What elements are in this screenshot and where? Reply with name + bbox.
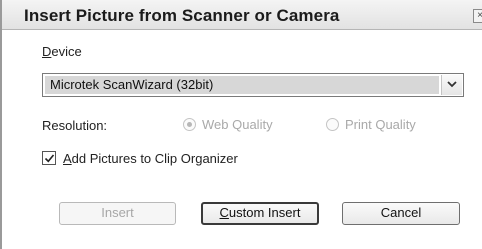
insert-button[interactable]: Insert (59, 202, 176, 225)
cancel-button[interactable]: Cancel (342, 202, 460, 225)
add-to-clip-organizer-label: Add Pictures to Clip Organizer (63, 151, 238, 166)
custom-insert-accel: C (219, 205, 229, 220)
device-selected-value: Microtek ScanWizard (32bit) (45, 76, 439, 94)
close-icon[interactable]: × (473, 9, 482, 23)
checkmark-icon (44, 154, 55, 163)
device-label-rest: evice (51, 44, 82, 59)
clip-label-rest: dd Pictures to Clip Organizer (71, 151, 238, 166)
clip-label-accel: A (63, 151, 72, 166)
custom-insert-button[interactable]: Custom Insert (201, 202, 319, 225)
radio-web-quality-label: Web Quality (202, 117, 273, 132)
dropdown-arrow-button[interactable] (441, 75, 462, 95)
dialog-title: Insert Picture from Scanner or Camera (24, 6, 340, 25)
radio-circle (183, 118, 196, 131)
radio-circle (326, 118, 339, 131)
dialog-content: Device Microtek ScanWizard (32bit) Resol… (4, 31, 482, 249)
add-to-clip-organizer-checkbox[interactable] (42, 151, 56, 165)
device-dropdown[interactable]: Microtek ScanWizard (32bit) (42, 73, 464, 97)
title-bar[interactable]: Insert Picture from Scanner or Camera × (2, 0, 482, 30)
radio-print-quality-label: Print Quality (345, 117, 416, 132)
device-label: Device (42, 44, 82, 59)
radio-selected-dot (187, 122, 192, 127)
custom-insert-rest: ustom Insert (228, 205, 301, 220)
device-label-accel: D (42, 44, 52, 59)
chevron-down-icon (447, 81, 457, 88)
resolution-label: Resolution: (42, 118, 108, 133)
insert-picture-dialog: Insert Picture from Scanner or Camera × … (0, 0, 482, 249)
